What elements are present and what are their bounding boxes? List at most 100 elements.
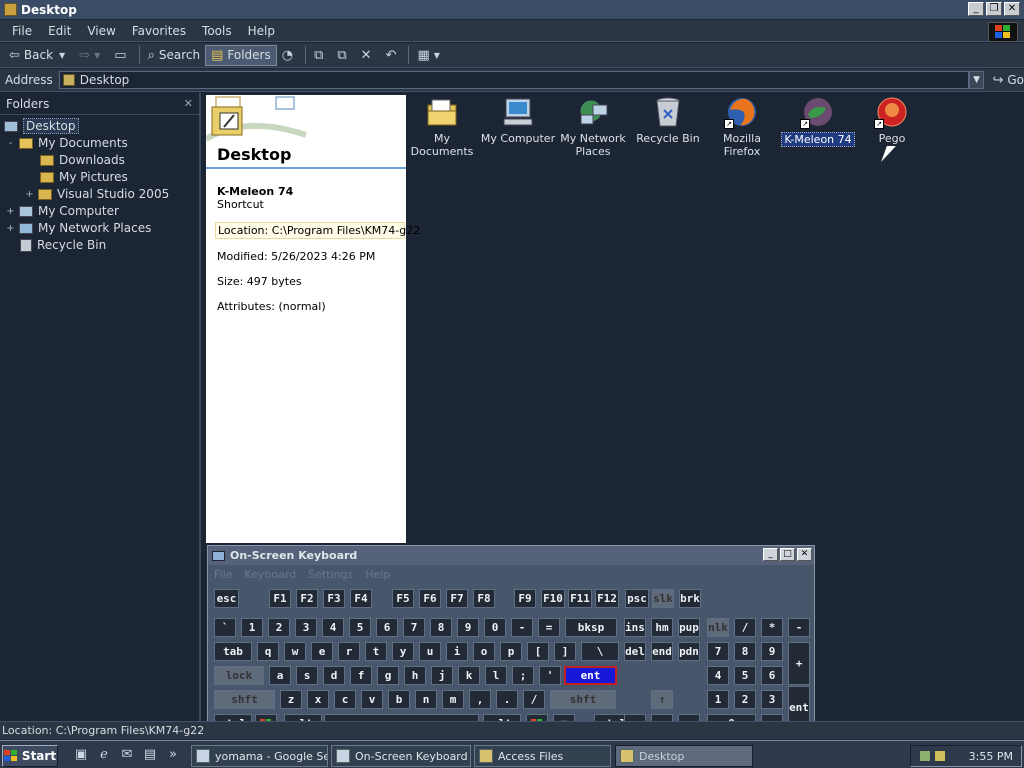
collapse-toggle[interactable]: - xyxy=(6,138,15,149)
osk-key[interactable]: shft xyxy=(214,690,275,709)
osk-key[interactable]: F12 xyxy=(595,589,619,608)
osk-key[interactable]: 9 xyxy=(761,642,783,661)
osk-key[interactable]: 3 xyxy=(761,690,783,709)
desktop-icon-mozilla-firefox[interactable]: ↗ Mozilla Firefox xyxy=(704,96,780,158)
tray-app-icon[interactable] xyxy=(934,750,946,762)
osk-key[interactable]: shft xyxy=(550,690,616,709)
osk-key[interactable]: ' xyxy=(539,666,561,685)
osk-key[interactable]: tab xyxy=(214,642,252,661)
address-dropdown-button[interactable]: ▼ xyxy=(968,71,985,89)
back-button[interactable]: ⇦ Back ▼ xyxy=(4,45,74,66)
osk-key[interactable]: h xyxy=(404,666,426,685)
menu-file[interactable]: File xyxy=(4,24,40,38)
osk-key[interactable]: 9 xyxy=(457,618,479,637)
osk-key[interactable]: pup xyxy=(678,618,700,637)
osk-key[interactable]: j xyxy=(431,666,453,685)
osk-key[interactable]: hm xyxy=(651,618,673,637)
clock[interactable]: 3:55 PM xyxy=(969,750,1013,763)
osk-key[interactable]: r xyxy=(338,642,360,661)
osk-key[interactable]: d xyxy=(323,666,345,685)
tree-item-my-computer[interactable]: + My Computer xyxy=(6,203,119,219)
osk-key[interactable]: 4 xyxy=(707,666,729,685)
osk-key[interactable]: ↑ xyxy=(651,690,673,709)
osk-key[interactable]: [ xyxy=(527,642,549,661)
osk-menu-file[interactable]: File xyxy=(214,568,232,581)
osk-key[interactable]: k xyxy=(458,666,480,685)
osk-key[interactable]: F10 xyxy=(541,589,565,608)
osk-key[interactable]: 3 xyxy=(295,618,317,637)
osk-key[interactable]: * xyxy=(761,618,783,637)
osk-key[interactable]: end xyxy=(651,642,673,661)
menu-tools[interactable]: Tools xyxy=(194,24,240,38)
osk-key[interactable]: a xyxy=(269,666,291,685)
minimize-button[interactable]: _ xyxy=(968,2,984,16)
osk-key[interactable]: x xyxy=(307,690,329,709)
restore-button[interactable]: ❐ xyxy=(986,2,1002,16)
osk-key[interactable]: F7 xyxy=(446,589,468,608)
osk-key[interactable]: F3 xyxy=(323,589,345,608)
osk-key[interactable]: pdn xyxy=(678,642,700,661)
osk-key[interactable]: 1 xyxy=(241,618,263,637)
expand-toggle[interactable]: + xyxy=(25,189,34,200)
osk-key[interactable]: F1 xyxy=(269,589,291,608)
osk-key[interactable]: del xyxy=(624,642,646,661)
osk-key[interactable]: y xyxy=(392,642,414,661)
osk-close-button[interactable]: ✕ xyxy=(797,548,812,561)
osk-key[interactable]: F5 xyxy=(392,589,414,608)
go-button[interactable]: ↪ Go xyxy=(992,73,1024,88)
osk-key[interactable]: - xyxy=(788,618,810,637)
quicklaunch-explorer-icon[interactable]: ▤ xyxy=(141,747,159,765)
osk-key[interactable]: q xyxy=(257,642,279,661)
forward-button[interactable]: ⇨ ▼ xyxy=(74,45,109,66)
osk-key[interactable]: v xyxy=(361,690,383,709)
osk-key[interactable]: 0 xyxy=(484,618,506,637)
quicklaunch-show-desktop-icon[interactable]: ▣ xyxy=(72,747,90,765)
taskbar-item-access-files[interactable]: Access Files xyxy=(474,745,611,767)
search-button[interactable]: ⌕ Search xyxy=(143,45,206,66)
osk-key[interactable]: , xyxy=(469,690,491,709)
osk-key[interactable]: 5 xyxy=(734,666,756,685)
osk-key[interactable]: o xyxy=(473,642,495,661)
osk-key[interactable]: - xyxy=(511,618,533,637)
osk-key[interactable]: 2 xyxy=(268,618,290,637)
osk-key[interactable]: lock xyxy=(214,666,264,685)
copy-to-button[interactable]: ⧉ xyxy=(332,45,355,66)
move-to-button[interactable]: ⧉ xyxy=(309,45,332,66)
desktop-icon-my-network-places[interactable]: My Network Places xyxy=(555,96,631,158)
osk-key[interactable]: p xyxy=(500,642,522,661)
quicklaunch-ie-icon[interactable]: ℯ xyxy=(95,747,113,765)
osk-key[interactable]: 2 xyxy=(734,690,756,709)
taskbar-item-google-search[interactable]: yomama - Google Se... xyxy=(191,745,328,767)
tree-item-my-documents[interactable]: - My Documents xyxy=(6,135,128,151)
quicklaunch-outlook-icon[interactable]: ✉ xyxy=(118,747,136,765)
tree-item-my-pictures[interactable]: My Pictures xyxy=(40,169,128,185)
osk-menu-help[interactable]: Help xyxy=(365,568,390,581)
taskbar-item-on-screen-keyboard[interactable]: On-Screen Keyboard xyxy=(331,745,471,767)
osk-key[interactable]: F11 xyxy=(568,589,592,608)
close-button[interactable]: ✕ xyxy=(1004,2,1020,16)
osk-key[interactable]: s xyxy=(296,666,318,685)
forward-dropdown-icon[interactable]: ▼ xyxy=(94,51,100,60)
osk-key[interactable]: / xyxy=(734,618,756,637)
osk-key[interactable]: = xyxy=(538,618,560,637)
menu-edit[interactable]: Edit xyxy=(40,24,79,38)
osk-key[interactable]: ent xyxy=(564,666,617,685)
tree-item-downloads[interactable]: Downloads xyxy=(40,152,125,168)
osk-key[interactable]: F9 xyxy=(514,589,536,608)
osk-key[interactable]: 8 xyxy=(430,618,452,637)
osk-title-bar[interactable]: On-Screen Keyboard xyxy=(208,546,814,565)
osk-minimize-button[interactable]: _ xyxy=(763,548,778,561)
osk-key[interactable]: m xyxy=(442,690,464,709)
osk-key[interactable]: / xyxy=(523,690,545,709)
osk-key[interactable]: 5 xyxy=(349,618,371,637)
desktop-icon-my-computer[interactable]: My Computer xyxy=(480,96,556,145)
osk-key[interactable]: slk xyxy=(652,589,674,608)
osk-key[interactable]: e xyxy=(311,642,333,661)
osk-key[interactable]: F2 xyxy=(296,589,318,608)
osk-key[interactable]: . xyxy=(496,690,518,709)
osk-key[interactable]: ins xyxy=(624,618,646,637)
window-title-bar[interactable]: Desktop xyxy=(0,0,1024,19)
menu-view[interactable]: View xyxy=(79,24,123,38)
osk-key[interactable]: n xyxy=(415,690,437,709)
osk-key[interactable]: nlk xyxy=(707,618,729,637)
